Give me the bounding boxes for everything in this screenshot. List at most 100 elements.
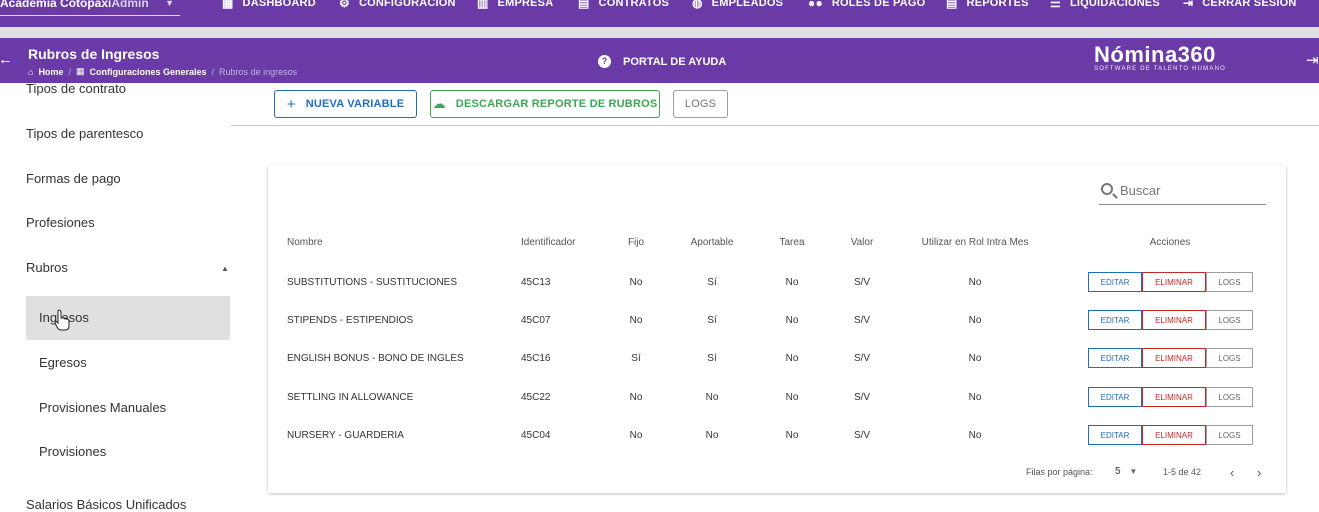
cell-fijo: No xyxy=(629,315,643,326)
nav-empresa[interactable]: ▥ EMPRESA xyxy=(477,0,553,12)
cell-tarea: No xyxy=(785,430,799,441)
cell-identificador: 45C07 xyxy=(521,315,551,326)
delete-button[interactable]: ELIMINAR xyxy=(1142,310,1206,330)
edit-button[interactable]: EDITAR xyxy=(1088,310,1142,330)
nav-roles-de-pago[interactable]: ●● ROLES DE PAGO xyxy=(808,0,925,12)
cell-tarea: No xyxy=(785,315,799,326)
rows-per-page-select[interactable]: 5 ▼ xyxy=(1115,466,1137,477)
nav-label: CERRAR SESIÓN xyxy=(1202,0,1297,9)
edit-button[interactable]: EDITAR xyxy=(1088,348,1142,368)
caret-up-icon[interactable]: ▲ xyxy=(221,264,229,273)
dashboard-icon: ▦ xyxy=(222,0,234,10)
nav-label: EMPRESA xyxy=(497,0,554,9)
sidebar-item-tipos-contrato[interactable]: Tipos de contrato xyxy=(26,81,126,96)
cell-identificador: 45C04 xyxy=(521,430,551,441)
column-header-aportable[interactable]: Aportable xyxy=(691,237,734,248)
sidebar-item-rubros[interactable]: Rubros xyxy=(26,260,68,275)
nav-reportes[interactable]: ▤ REPORTES xyxy=(946,0,1029,12)
delete-button[interactable]: ELIMINAR xyxy=(1142,425,1206,445)
nav-liquidaciones[interactable]: ☰ LIQUIDACIONES xyxy=(1050,0,1160,12)
chevron-down-icon: ▼ xyxy=(165,0,174,8)
cell-nombre: SETTLING IN ALLOWANCE xyxy=(287,392,414,403)
settings-grid-icon: ▦ xyxy=(75,66,85,76)
cell-valor: S/V xyxy=(853,277,871,288)
page-title: Rubros de Ingresos xyxy=(28,46,160,62)
search-icon xyxy=(1101,183,1113,195)
sidebar-subitem-provisiones-manuales[interactable]: Provisiones Manuales xyxy=(26,386,230,430)
column-header-tarea[interactable]: Tarea xyxy=(779,237,804,248)
cell-intra-mes: No xyxy=(968,392,982,403)
sidebar-item-profesiones[interactable]: Profesiones xyxy=(26,215,95,230)
nav-empleados[interactable]: ◍ EMPLEADOS xyxy=(692,0,783,12)
row-logs-button[interactable]: LOGS xyxy=(1206,272,1253,292)
cell-valor: S/V xyxy=(853,315,871,326)
sidebar-item-tipos-parentesco[interactable]: Tipos de parentesco xyxy=(26,126,143,141)
help-portal-link[interactable]: ? PORTAL DE AYUDA xyxy=(598,55,726,68)
table-row: ENGLISH BONUS - BONO DE INGLES 45C16 Sí Sí N… xyxy=(268,340,1286,378)
logout-icon: ⇥ xyxy=(1183,0,1194,10)
rows-per-page-label: Filas por página: xyxy=(1026,467,1093,477)
edit-button[interactable]: EDITAR xyxy=(1088,272,1142,292)
nav-cerrar-sesion[interactable]: ⇥ CERRAR SESIÓN xyxy=(1183,0,1297,12)
column-header-nombre[interactable]: Nombre xyxy=(287,237,323,248)
table-row: SUBSTITUTIONS - SUSTITUCIONES 45C13 No Sí No… xyxy=(268,264,1286,302)
cell-aportable: Sí xyxy=(707,277,717,288)
search-input[interactable] xyxy=(1120,183,1260,198)
document-icon: ▤ xyxy=(578,0,590,10)
new-variable-button[interactable]: + NUEVA VARIABLE xyxy=(274,90,417,118)
delete-button[interactable]: ELIMINAR xyxy=(1142,348,1206,368)
row-logs-button[interactable]: LOGS xyxy=(1206,310,1253,330)
column-header-valor[interactable]: Valor xyxy=(851,237,874,248)
breadcrumb-home[interactable]: Home xyxy=(38,67,63,77)
row-logs-button[interactable]: LOGS xyxy=(1206,348,1253,368)
column-header-identificador[interactable]: Identificador xyxy=(521,237,575,248)
delete-button[interactable]: ELIMINAR xyxy=(1142,272,1206,292)
cell-intra-mes: No xyxy=(968,277,982,288)
nav-dashboard[interactable]: ▦ DASHBOARD xyxy=(222,0,316,12)
logo-tagline: SOFTWARE DE TALENTO HUMANO xyxy=(1094,66,1226,72)
edit-button[interactable]: EDITAR xyxy=(1088,387,1142,407)
exit-icon[interactable]: ⇥ xyxy=(1306,51,1319,69)
new-variable-label: NUEVA VARIABLE xyxy=(305,98,405,110)
nav-label: LIQUIDACIONES xyxy=(1069,0,1160,9)
sidebar-item-salarios[interactable]: Salarios Básicos Unificados xyxy=(26,497,186,512)
table-row: SETTLING IN ALLOWANCE 45C22 No No No S/V No EDI… xyxy=(268,379,1286,417)
row-logs-button[interactable]: LOGS xyxy=(1206,425,1253,445)
sidebar-item-formas-pago[interactable]: Formas de pago xyxy=(26,171,121,186)
page-header: ← Rubros de Ingresos ⌂ Home / ▦ Configur… xyxy=(0,38,1319,83)
sidebar-subitem-egresos[interactable]: Egresos xyxy=(26,341,230,385)
cell-nombre: SUBSTITUTIONS - SUSTITUCIONES xyxy=(287,277,458,288)
edit-button[interactable]: EDITAR xyxy=(1088,425,1142,445)
column-header-fijo[interactable]: Fijo xyxy=(628,237,644,248)
breadcrumb-configuraciones[interactable]: Configuraciones Generales xyxy=(89,67,206,77)
nav-label: CONFIGURACIÓN xyxy=(358,0,456,9)
download-report-button[interactable]: ☁ DESCARGAR REPORTE DE RUBROS xyxy=(430,90,660,118)
search-field[interactable] xyxy=(1099,179,1266,205)
table-row: NURSERY - GUARDERIA 45C04 No No No S/V No EDITA… xyxy=(268,417,1286,455)
row-logs-button[interactable]: LOGS xyxy=(1206,387,1253,407)
cell-aportable: Sí xyxy=(707,353,717,364)
cell-fijo: No xyxy=(629,392,643,403)
sidebar-subitem-provisiones[interactable]: Provisiones xyxy=(26,430,230,474)
delete-button[interactable]: ELIMINAR xyxy=(1142,387,1206,407)
cell-valor: S/V xyxy=(853,353,871,364)
nav-contratos[interactable]: ▤ CONTRATOS xyxy=(578,0,669,12)
list-icon: ☰ xyxy=(1050,0,1061,10)
report-icon: ▤ xyxy=(946,0,958,10)
cell-aportable: No xyxy=(705,430,719,441)
logs-button[interactable]: LOGS xyxy=(673,90,728,118)
rubros-table-card: Nombre Identificador Fijo Aportable Tare… xyxy=(268,165,1286,493)
company-selector[interactable]: Academia CotopaxiAdmin ▼ xyxy=(0,0,180,16)
back-arrow-icon[interactable]: ← xyxy=(0,51,13,68)
top-navigation: Academia CotopaxiAdmin ▼ ▦ DASHBOARD ⚙ CON… xyxy=(0,0,1319,27)
download-report-label: DESCARGAR REPORTE DE RUBROS xyxy=(455,98,658,110)
nav-label: EMPLEADOS xyxy=(711,0,784,9)
cell-intra-mes: No xyxy=(968,353,982,364)
cell-valor: S/V xyxy=(853,430,871,441)
gear-icon: ⚙ xyxy=(339,0,350,10)
column-header-intra-mes[interactable]: Utilizar en Rol Intra Mes xyxy=(922,237,1029,248)
nav-label: REPORTES xyxy=(966,0,1029,9)
chevron-right-icon[interactable]: › xyxy=(1257,465,1261,480)
chevron-left-icon[interactable]: ‹ xyxy=(1230,465,1234,480)
nav-configuracion[interactable]: ⚙ CONFIGURACIÓN xyxy=(339,0,456,12)
